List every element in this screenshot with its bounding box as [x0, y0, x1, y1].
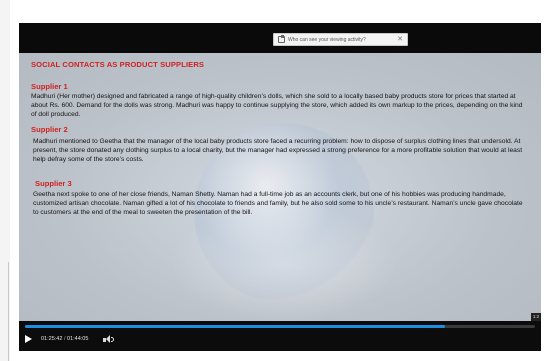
- supplier-2-text: Madhuri mentioned to Geetha that the man…: [33, 138, 523, 163]
- time-badge: 1:2: [531, 313, 541, 321]
- supplier-3-text: Geetha next spoke to one of her close fr…: [33, 191, 523, 216]
- slide-content: SOCIAL CONTACTS AS PRODUCT SUPPLIERS Sup…: [19, 53, 541, 321]
- margin-divider: [8, 262, 9, 361]
- supplier-3-heading: Supplier 3: [35, 179, 72, 188]
- player-controls: 01:25:42 / 01:44:05: [19, 321, 541, 351]
- banner-text[interactable]: Who can see your viewing activity?: [288, 37, 394, 43]
- viewing-activity-banner[interactable]: Who can see your viewing activity? ✕: [273, 33, 408, 46]
- current-time: 01:25:42: [41, 336, 63, 342]
- volume-wave: [111, 337, 114, 342]
- volume-cone: [106, 335, 110, 343]
- progress-fill: [25, 325, 445, 328]
- supplier-1-heading: Supplier 1: [31, 82, 68, 91]
- slide-title: SOCIAL CONTACTS AS PRODUCT SUPPLIERS: [31, 60, 205, 69]
- background-haze: [169, 203, 399, 321]
- play-icon[interactable]: [25, 335, 32, 343]
- share-icon: [278, 35, 285, 43]
- total-time: 01:44:05: [67, 336, 89, 342]
- progress-bar[interactable]: [25, 325, 535, 328]
- supplier-1-text: Madhuri (Her mother) designed and fabric…: [31, 93, 523, 118]
- page-left-margin: [0, 0, 10, 361]
- close-icon[interactable]: ✕: [397, 36, 403, 43]
- video-player[interactable]: Who can see your viewing activity? ✕ SOC…: [19, 23, 541, 351]
- time-display: 01:25:42 / 01:44:05: [41, 335, 88, 344]
- supplier-2-heading: Supplier 2: [31, 125, 68, 134]
- time-separator: /: [63, 336, 66, 342]
- volume-icon[interactable]: [103, 335, 115, 344]
